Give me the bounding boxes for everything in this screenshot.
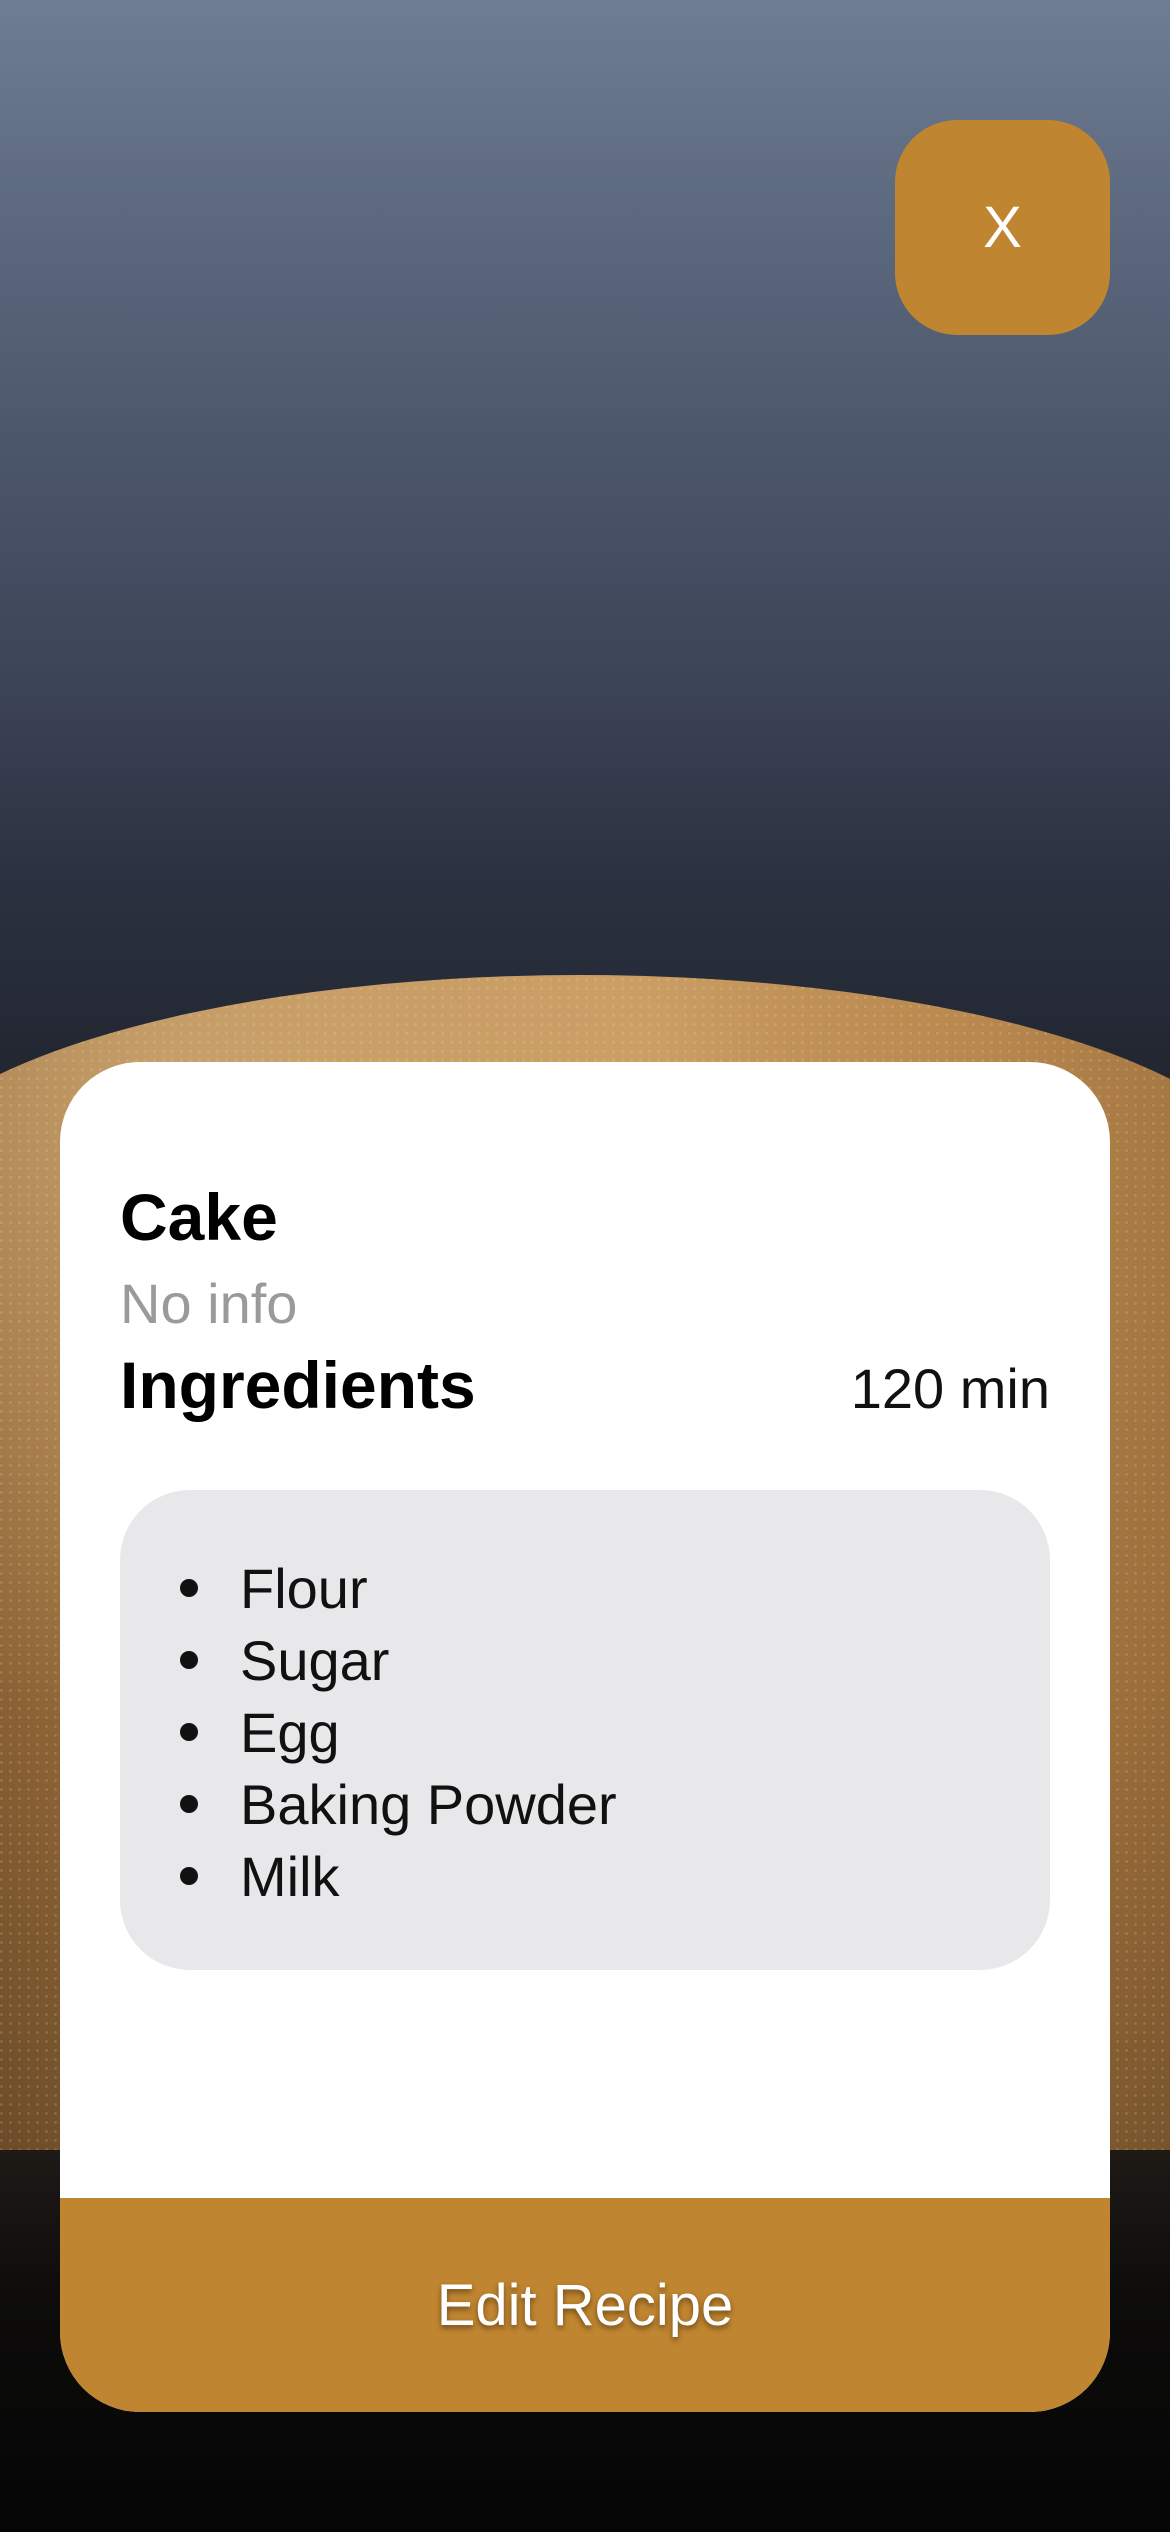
ingredients-list: Flour Sugar Egg Baking Powder Milk [180,1552,1050,1912]
ingredient-item: Egg [180,1696,1050,1768]
ingredients-heading: Ingredients [120,1348,476,1422]
ingredient-item: Milk [180,1840,1050,1912]
ingredient-label: Flour [240,1556,368,1620]
edit-recipe-label: Edit Recipe [436,2272,734,2338]
close-button[interactable]: X [895,120,1110,335]
ingredient-label: Sugar [240,1628,390,1692]
ingredient-label: Milk [240,1844,340,1908]
ingredients-panel: Flour Sugar Egg Baking Powder Milk [120,1490,1050,1970]
bullet-icon [180,1579,198,1597]
recipe-card: Cake No info Ingredients 120 min Flour S… [60,1062,1110,2412]
bullet-icon [180,1795,198,1813]
recipe-detail-screen: X Cake No info Ingredients 120 min Flour… [0,0,1170,2532]
bullet-icon [180,1651,198,1669]
ingredient-item: Baking Powder [180,1768,1050,1840]
ingredients-header: Ingredients 120 min [120,1352,1050,1418]
ingredient-label: Baking Powder [240,1772,617,1836]
bullet-icon [180,1723,198,1741]
ingredient-label: Egg [240,1700,340,1764]
cook-time: 120 min [850,1357,1050,1420]
recipe-title: Cake [120,1180,278,1254]
recipe-description: No info [120,1272,298,1335]
bullet-icon [180,1867,198,1885]
close-label: X [983,195,1022,260]
ingredient-item: Flour [180,1552,1050,1624]
edit-recipe-button[interactable]: Edit Recipe [60,2198,1110,2412]
ingredient-item: Sugar [180,1624,1050,1696]
